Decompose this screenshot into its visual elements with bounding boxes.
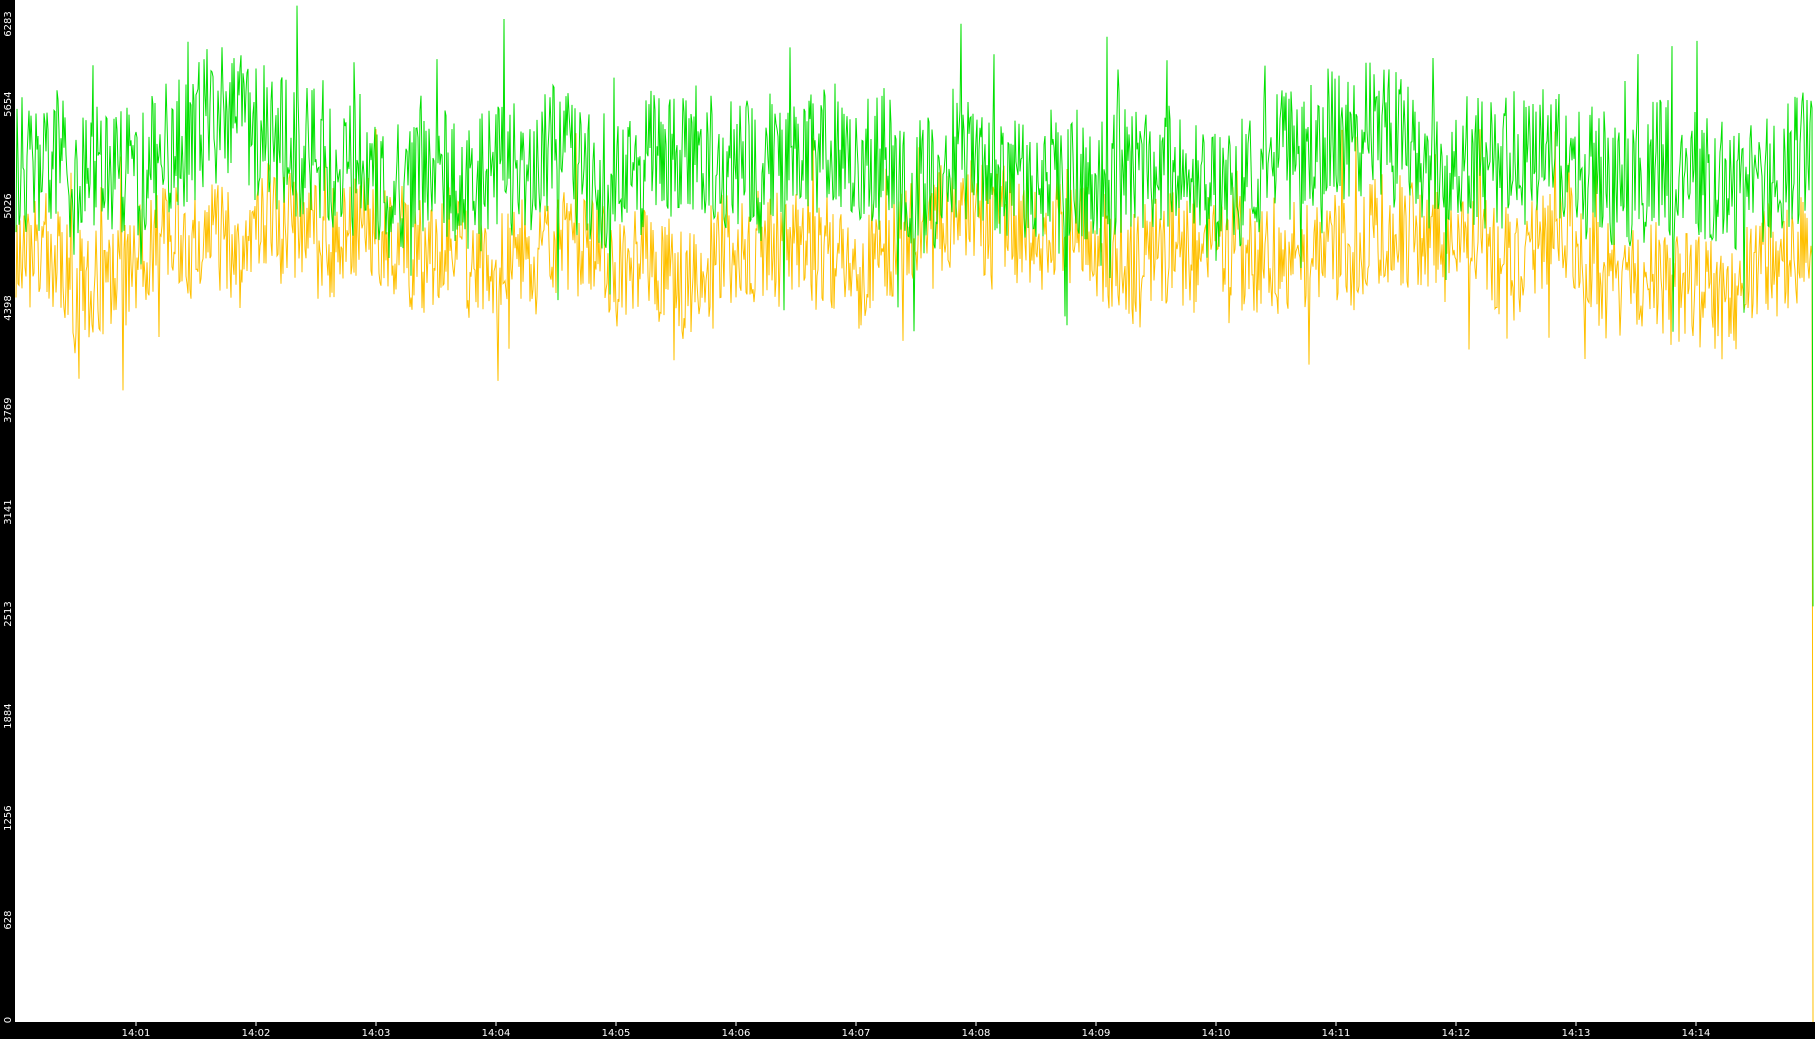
x-tick-label: 14:05 (602, 1028, 631, 1039)
x-tick-label: 14:09 (1082, 1028, 1111, 1039)
x-tick-label: 14:01 (122, 1028, 151, 1039)
x-tick-label: 14:02 (242, 1028, 271, 1039)
y-tick-label: 3141 (3, 499, 14, 524)
x-axis-band (0, 1022, 1815, 1039)
x-tick-label: 14:07 (842, 1028, 871, 1039)
x-tick-label: 14:11 (1322, 1028, 1351, 1039)
x-tick-label: 14:12 (1442, 1028, 1471, 1039)
y-tick-label: 3769 (3, 397, 14, 422)
x-tick-label: 14:06 (722, 1028, 751, 1039)
chart-background (0, 0, 1815, 1039)
y-tick-label: 1884 (3, 703, 14, 728)
y-tick-label: 0 (3, 1017, 14, 1023)
y-tick-label: 2513 (3, 601, 14, 626)
x-tick-label: 14:08 (962, 1028, 991, 1039)
x-tick-label: 14:13 (1562, 1028, 1591, 1039)
x-tick-label: 14:10 (1202, 1028, 1231, 1039)
y-tick-label: 4398 (3, 295, 14, 320)
y-tick-label: 1256 (3, 805, 14, 830)
x-tick-label: 14:14 (1682, 1028, 1711, 1039)
x-tick-label: 14:04 (482, 1028, 511, 1039)
chart: 0 628 1256 1884 2513 3141 3769 4398 5026 5654 6283… (0, 0, 1815, 1039)
y-tick-label: 6283 (3, 11, 14, 36)
chart-svg: 0 628 1256 1884 2513 3141 3769 4398 5026 5654 6283… (0, 0, 1815, 1039)
y-tick-label: 5026 (3, 193, 14, 218)
x-tick-label: 14:03 (362, 1028, 391, 1039)
y-tick-label: 628 (3, 911, 14, 930)
y-tick-label: 5654 (3, 91, 14, 116)
